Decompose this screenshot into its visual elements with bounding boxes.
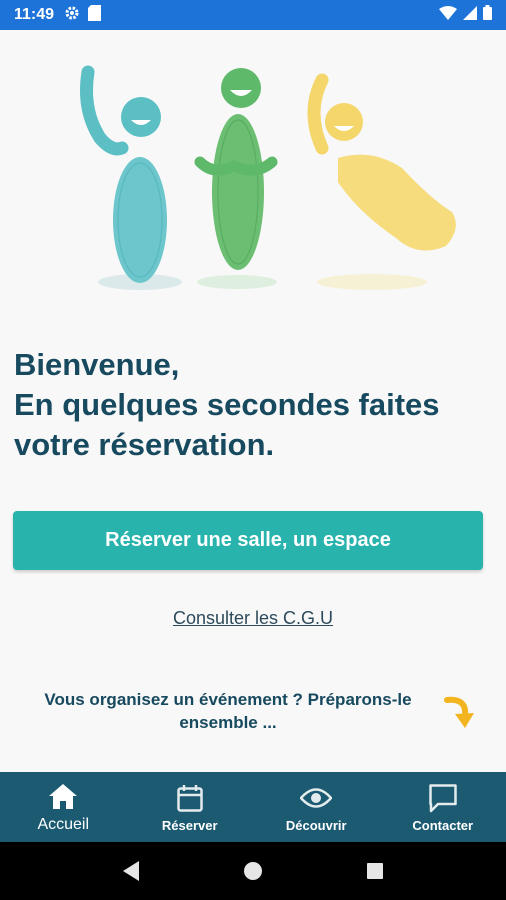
battery-icon bbox=[483, 5, 492, 25]
home-icon bbox=[47, 780, 79, 812]
welcome-heading: Bienvenue, En quelques secondes faites v… bbox=[14, 345, 494, 465]
nav-item-contacter[interactable]: Contacter bbox=[380, 772, 506, 842]
bottom-navigation: Accueil Réserver Découvrir Contacter bbox=[0, 772, 506, 842]
nav-item-accueil[interactable]: Accueil bbox=[0, 772, 127, 842]
welcome-line-3: votre réservation. bbox=[14, 427, 275, 462]
welcome-line-2: En quelques secondes faites bbox=[14, 387, 440, 422]
nav-label-reserver: Réserver bbox=[161, 817, 218, 833]
calendar-icon bbox=[174, 782, 206, 814]
event-prompt[interactable]: Vous organisez un événement ? Préparons-… bbox=[20, 688, 436, 734]
event-line-2: ensemble ... bbox=[179, 713, 277, 732]
status-time: 11:49 bbox=[14, 6, 55, 23]
signal-icon bbox=[463, 5, 477, 25]
hero-illustration bbox=[0, 50, 506, 300]
wifi-icon bbox=[439, 5, 457, 25]
welcome-line-1: Bienvenue, bbox=[14, 347, 180, 382]
chat-icon bbox=[427, 782, 459, 814]
nav-label-accueil: Accueil bbox=[37, 816, 90, 833]
nav-label-decouvrir: Découvrir bbox=[285, 817, 347, 833]
nav-item-decouvrir[interactable]: Découvrir bbox=[253, 772, 380, 842]
nav-label-contacter: Contacter bbox=[412, 817, 474, 833]
status-bar: 11:49 bbox=[0, 0, 506, 30]
event-line-1: Vous organisez un événement ? Préparons-… bbox=[44, 690, 412, 709]
gear-icon bbox=[64, 5, 80, 26]
system-navigation-bar bbox=[0, 842, 506, 900]
recents-icon[interactable] bbox=[355, 851, 395, 891]
back-icon[interactable] bbox=[111, 851, 151, 891]
eye-icon bbox=[300, 782, 333, 814]
curved-arrow-down-icon[interactable] bbox=[443, 692, 477, 732]
nav-item-reserver[interactable]: Réserver bbox=[127, 772, 254, 842]
cgu-link[interactable]: Consulter les C.G.U bbox=[173, 608, 333, 628]
reserve-space-button[interactable]: Réserver une salle, un espace bbox=[13, 511, 483, 570]
home-circle-icon[interactable] bbox=[233, 851, 273, 891]
sd-card-icon bbox=[88, 4, 102, 26]
cgu-link-row: Consulter les C.G.U bbox=[0, 608, 506, 629]
